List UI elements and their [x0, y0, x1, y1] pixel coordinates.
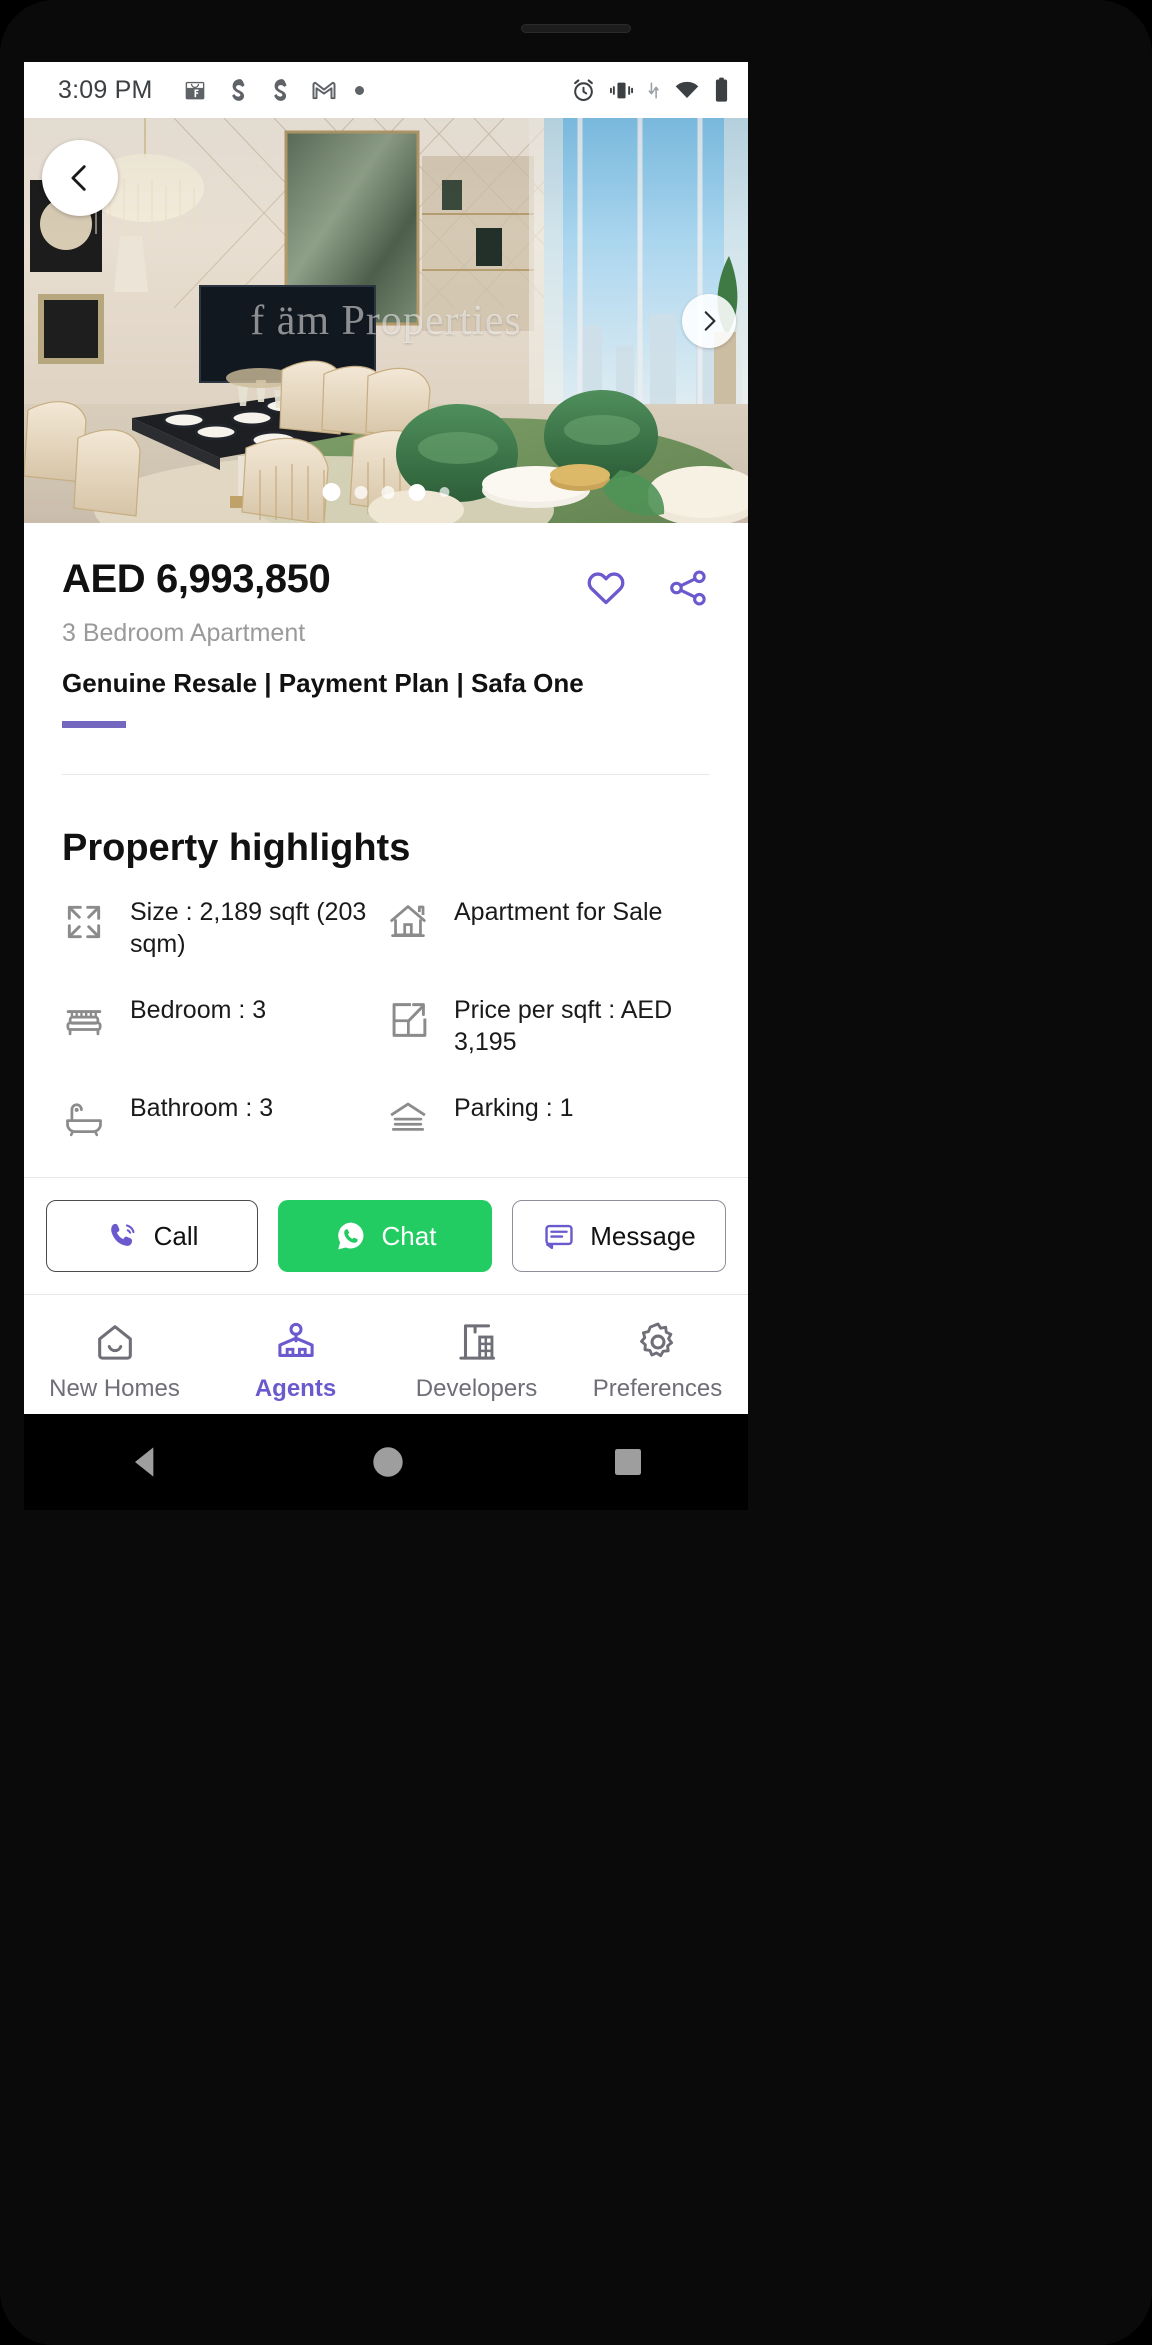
listing-actions	[584, 557, 710, 609]
highlight-label: Price per sqft : AED 3,195	[454, 996, 673, 1056]
carousel-dot[interactable]	[322, 483, 341, 501]
earpiece-speaker	[521, 24, 631, 33]
system-status-icons	[570, 76, 730, 104]
bottom-navigation: New Homes Agents Developers Preferences	[24, 1294, 748, 1414]
listing-info: AED 6,993,850 3 Bedroom Apartment Genuin…	[24, 523, 748, 1145]
back-button[interactable]	[42, 140, 118, 216]
highlight-label: Size : 2,189 sqft (203 sqm)	[130, 898, 367, 958]
nav-item-agents[interactable]: Agents	[205, 1319, 386, 1403]
carousel-dot[interactable]	[408, 483, 426, 501]
home-outline-icon	[97, 1324, 132, 1360]
agent-icon	[277, 1322, 314, 1357]
data-transfer-icon	[648, 81, 659, 99]
highlight-item-type: Apartment for Sale	[386, 896, 710, 960]
carousel-dot[interactable]	[381, 485, 395, 499]
image-watermark: f äm Properties	[250, 297, 522, 344]
crane-icon	[458, 1323, 495, 1360]
carousel-dot[interactable]	[439, 487, 450, 497]
swiggy-icon	[273, 79, 287, 101]
carousel-pagination-dots[interactable]	[322, 483, 450, 501]
next-image-button[interactable]	[682, 293, 736, 348]
carousel-dot[interactable]	[354, 485, 368, 499]
nav-label: Agents	[254, 1374, 337, 1402]
highlight-label: Bedroom : 3	[130, 996, 267, 1024]
square-recents-icon[interactable]	[608, 1442, 648, 1482]
battery-icon	[715, 77, 728, 102]
price-row: AED 6,993,850	[62, 557, 710, 609]
expand-icon	[62, 896, 108, 949]
vibrate-icon	[609, 82, 634, 98]
alarm-icon	[574, 78, 593, 101]
call-button[interactable]: Call	[46, 1200, 258, 1272]
bed-icon	[62, 994, 108, 1047]
notification-icons	[181, 76, 364, 104]
highlight-label: Bathroom : 3	[130, 1094, 274, 1122]
highlight-item-price-per-sqft: Price per sqft : AED 3,195	[386, 994, 710, 1058]
gear-icon	[639, 1322, 673, 1357]
price-area-icon	[386, 994, 432, 1047]
whatsapp-icon	[337, 1222, 363, 1250]
house-icon	[386, 896, 432, 949]
highlight-label: Parking : 1	[454, 1094, 574, 1122]
nav-label: New Homes	[49, 1374, 180, 1402]
heart-icon[interactable]	[584, 567, 628, 609]
nav-item-developers[interactable]: Developers	[386, 1319, 567, 1403]
nav-label: Developers	[415, 1374, 538, 1402]
highlights-grid: Size : 2,189 sqft (203 sqm) Apartment fo…	[62, 896, 710, 1145]
swiggy-icon	[231, 79, 245, 101]
phone-device: 3:09 PM f äm Properties AED 6,993,850 3 …	[0, 0, 1152, 2345]
section-divider	[62, 774, 710, 775]
highlight-label: Apartment for Sale	[454, 898, 663, 926]
parking-icon	[386, 1092, 432, 1145]
listing-title: Genuine Resale | Payment Plan | Safa One	[62, 668, 584, 698]
listing-price: AED 6,993,850	[62, 557, 331, 601]
chevron-right-icon	[704, 310, 716, 331]
whatsapp-chat-button[interactable]: Chat	[278, 1200, 492, 1272]
nav-item-preferences[interactable]: Preferences	[567, 1319, 748, 1403]
status-bar-clock: 3:09 PM	[58, 75, 153, 104]
android-system-navigation	[24, 1414, 748, 1510]
status-bar: 3:09 PM	[24, 62, 748, 118]
contact-actions-bar: Call Chat Message	[24, 1177, 748, 1294]
accent-underline	[62, 721, 126, 728]
triangle-back-icon[interactable]	[124, 1440, 168, 1484]
wifi-icon	[675, 81, 699, 99]
call-button-label: Call	[153, 1220, 199, 1251]
highlight-item-size: Size : 2,189 sqft (203 sqm)	[62, 896, 386, 960]
highlight-item-bedroom: Bedroom : 3	[62, 994, 386, 1058]
highlight-item-bathroom: Bathroom : 3	[62, 1092, 386, 1145]
highlights-heading: Property highlights	[62, 827, 411, 869]
share-icon[interactable]	[666, 567, 710, 609]
message-button-label: Message	[590, 1220, 696, 1251]
listing-subtitle: 3 Bedroom Apartment	[62, 619, 306, 647]
dot-icon	[354, 85, 364, 95]
flipkart-icon	[185, 81, 204, 100]
phone-icon	[110, 1223, 135, 1246]
chat-button-label: Chat	[381, 1220, 437, 1251]
message-icon	[545, 1224, 573, 1250]
message-button[interactable]: Message	[512, 1200, 726, 1272]
bathtub-icon	[62, 1092, 108, 1145]
property-image-carousel[interactable]: f äm Properties	[24, 118, 748, 523]
nav-label: Preferences	[592, 1374, 723, 1402]
circle-home-icon[interactable]	[367, 1441, 409, 1483]
gmail-icon	[312, 81, 336, 100]
nav-item-new-homes[interactable]: New Homes	[24, 1319, 205, 1403]
chevron-left-icon	[71, 165, 86, 191]
phone-screen: 3:09 PM f äm Properties AED 6,993,850 3 …	[24, 62, 748, 1414]
highlight-item-parking: Parking : 1	[386, 1092, 710, 1145]
